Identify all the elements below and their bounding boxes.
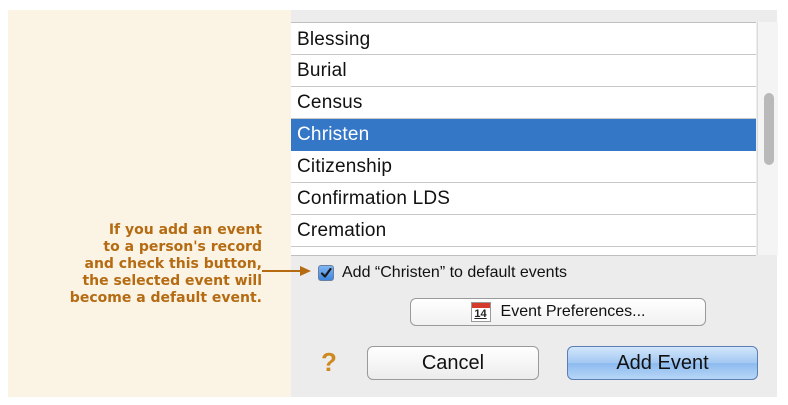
- default-event-option[interactable]: Add “Christen” to default events: [318, 262, 567, 284]
- list-item-blessing[interactable]: Blessing: [291, 23, 756, 55]
- calendar-icon-number: 14: [474, 308, 487, 320]
- list-scroll-thumb[interactable]: [764, 93, 774, 165]
- list-item-christen[interactable]: Christen: [291, 119, 756, 151]
- help-icon[interactable]: ?: [320, 348, 338, 376]
- cancel-button[interactable]: Cancel: [367, 346, 539, 380]
- list-item-census[interactable]: Census: [291, 87, 756, 119]
- callout-line: If you add an event: [108, 222, 262, 238]
- add-event-button[interactable]: Add Event: [567, 346, 758, 380]
- callout-line: become a default event.: [69, 290, 262, 306]
- cancel-button-label: Cancel: [421, 351, 485, 374]
- default-event-checkbox[interactable]: [318, 265, 334, 281]
- callout-annotation: If you add an event to a person's record…: [12, 222, 262, 307]
- event-preferences-label: Event Preferences...: [500, 303, 646, 320]
- list-item-confirmation-lds[interactable]: Confirmation LDS: [291, 183, 756, 215]
- callout-line: the selected event will: [82, 273, 262, 289]
- checkmark-icon: [320, 267, 332, 278]
- event-type-list[interactable]: Blessing Burial Census Christen Citizens…: [291, 22, 756, 256]
- screenshot-page: Blessing Burial Census Christen Citizens…: [0, 0, 788, 405]
- callout-line: to a person's record: [103, 239, 262, 255]
- callout-line: and check this button,: [84, 256, 263, 272]
- list-item-cremation[interactable]: Cremation: [291, 215, 756, 247]
- list-item-burial[interactable]: Burial: [291, 55, 756, 87]
- event-preferences-button[interactable]: 14 Event Preferences...: [410, 298, 706, 326]
- calendar-icon: 14: [470, 302, 491, 322]
- default-event-checkbox-label[interactable]: Add “Christen” to default events: [342, 264, 567, 282]
- callout-arrow-icon: [262, 266, 311, 276]
- annotation-background: [8, 10, 291, 397]
- add-event-button-label: Add Event: [616, 351, 709, 374]
- list-item-citizenship[interactable]: Citizenship: [291, 151, 756, 183]
